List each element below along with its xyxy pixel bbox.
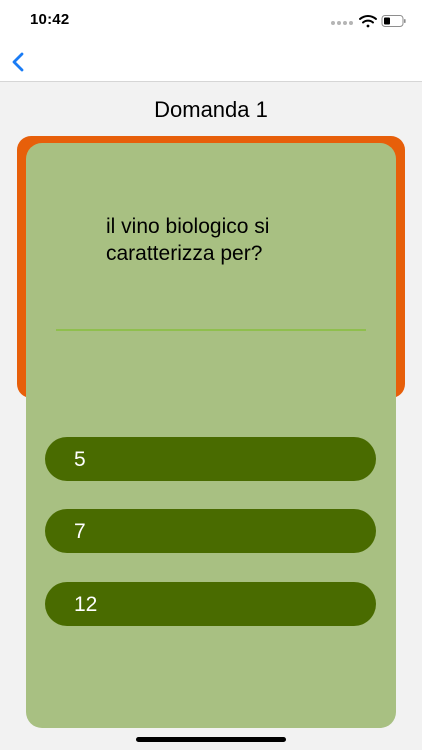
answer-button-2[interactable]: 7 [45,509,376,553]
answer-label: 7 [74,520,86,543]
wifi-icon [359,15,377,28]
answer-button-3[interactable]: 12 [45,582,376,626]
status-time: 10:42 [30,11,70,28]
status-icons [331,15,406,28]
page-title: Domanda 1 [154,97,268,122]
home-indicator[interactable] [136,737,286,742]
status-bar: 10:42 [0,0,422,44]
question-card: il vino biologico si caratterizza per? 5… [26,143,396,728]
signal-icon [331,21,353,25]
divider [56,329,366,331]
answer-label: 5 [74,448,86,471]
answer-button-1[interactable]: 5 [45,437,376,481]
answer-label: 12 [74,593,98,616]
battery-icon [381,15,406,27]
back-button[interactable] [6,48,32,76]
nav-bar [0,44,422,82]
question-text: il vino biologico si caratterizza per? [106,215,270,265]
chevron-left-icon [12,52,24,72]
